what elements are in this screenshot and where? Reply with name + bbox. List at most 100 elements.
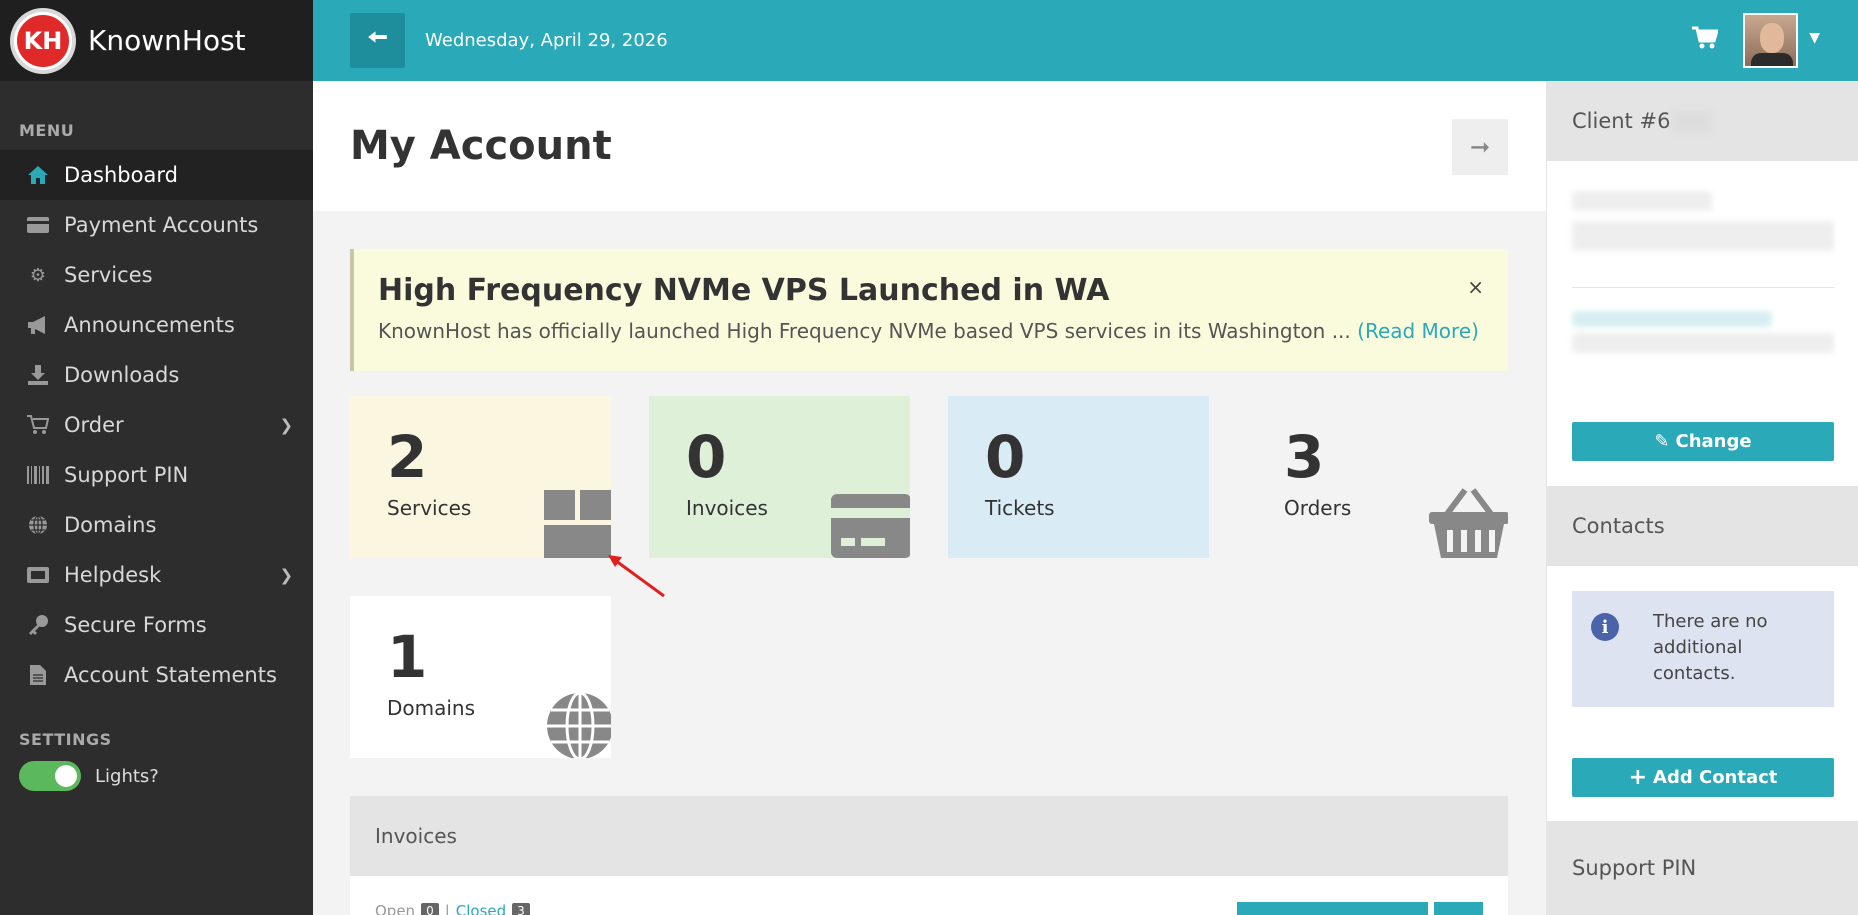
invoices-filter-button[interactable] — [1434, 902, 1483, 915]
knownhost-logo: KH — [10, 7, 76, 74]
home-icon — [26, 164, 50, 186]
stat-services[interactable]: 2 Services — [350, 396, 611, 558]
brand-name: KnownHost — [88, 24, 246, 57]
box-icon — [544, 490, 611, 558]
contacts-header: Contacts — [1547, 486, 1858, 566]
stat-invoices[interactable]: 0 Invoices — [649, 396, 910, 558]
stat-label: Tickets — [985, 496, 1055, 520]
read-more-link[interactable]: (Read More) — [1357, 319, 1479, 343]
download-icon — [26, 364, 50, 386]
current-date: Wednesday, April 29, 2026 — [425, 30, 668, 51]
sidebar-item-label: Support PIN — [64, 463, 189, 487]
announcement-banner: High Frequency NVMe VPS Launched in WA K… — [350, 249, 1508, 371]
sidebar-item-label: Dashboard — [64, 163, 178, 187]
page-title: My Account — [350, 123, 612, 169]
brand[interactable]: KH KnownHost — [0, 0, 313, 81]
announcement-text: KnownHost has officially launched High F… — [378, 319, 1351, 343]
redacted-client-id — [1672, 110, 1713, 132]
sidebar-item-services[interactable]: ⚙ Services — [0, 250, 313, 300]
change-button-label: Change — [1675, 431, 1752, 452]
avatar[interactable] — [1743, 13, 1798, 68]
sidebar-item-label: Payment Accounts — [64, 213, 259, 237]
contacts-title: Contacts — [1572, 514, 1665, 538]
no-contacts-text: There are no additional contacts. — [1653, 611, 1768, 684]
toggle-knob — [55, 765, 77, 787]
settings-section-title: SETTINGS — [19, 730, 112, 749]
key-icon — [26, 614, 50, 636]
stat-value: 1 — [387, 623, 428, 691]
stat-label: Orders — [1284, 496, 1352, 520]
stat-domains[interactable]: 1 Domains — [350, 596, 611, 758]
change-button[interactable]: ✎ Change — [1572, 422, 1834, 461]
cart-icon[interactable] — [1692, 26, 1720, 57]
support-pin-header: Support PIN — [1547, 821, 1858, 915]
tab-open[interactable]: Open — [375, 902, 415, 915]
sidebar-item-label: Order — [64, 413, 124, 437]
no-contacts-alert: i There are no additional contacts. — [1572, 591, 1834, 707]
sidebar-item-label: Services — [64, 263, 153, 287]
megaphone-icon — [26, 314, 50, 336]
sidebar: KH KnownHost MENU Dashboard Payment Acco… — [0, 0, 313, 915]
arrow-right-icon: ➞ — [1469, 133, 1491, 161]
stat-label: Invoices — [686, 496, 768, 520]
stat-value: 0 — [985, 423, 1026, 491]
stat-tickets[interactable]: 0 Tickets — [948, 396, 1209, 558]
logo-mark: KH — [14, 11, 72, 70]
redacted-phone — [1572, 333, 1834, 353]
stat-value: 3 — [1284, 423, 1325, 491]
sidebar-item-label: Helpdesk — [64, 563, 162, 587]
redacted-name — [1572, 191, 1712, 211]
sidebar-item-order[interactable]: Order ❯ — [0, 400, 313, 450]
sidebar-item-label: Downloads — [64, 363, 180, 387]
lights-label: Lights? — [95, 765, 159, 787]
chevron-down-icon[interactable]: ▼ — [1809, 30, 1820, 46]
collapse-sidebar-button[interactable]: 🠨 — [350, 13, 405, 68]
sidebar-item-announcements[interactable]: Announcements — [0, 300, 313, 350]
announcement-title: High Frequency NVMe VPS Launched in WA — [378, 273, 1110, 308]
globe-icon — [547, 691, 611, 758]
sidebar-item-secure-forms[interactable]: Secure Forms — [0, 600, 313, 650]
client-number: Client #6 — [1572, 109, 1671, 133]
add-contact-button[interactable]: + Add Contact — [1572, 758, 1834, 797]
sidebar-item-downloads[interactable]: Downloads — [0, 350, 313, 400]
sidebar-item-helpdesk[interactable]: Helpdesk ❯ — [0, 550, 313, 600]
sidebar-item-payment-accounts[interactable]: Payment Accounts — [0, 200, 313, 250]
stat-orders[interactable]: 3 Orders — [1247, 396, 1508, 558]
toggle-right-panel-button[interactable]: ➞ — [1452, 119, 1508, 175]
lights-toggle[interactable] — [19, 761, 81, 791]
cart-icon — [26, 414, 50, 436]
sidebar-item-label: Account Statements — [64, 663, 277, 687]
stat-value: 0 — [686, 423, 727, 491]
close-icon[interactable]: × — [1467, 275, 1484, 299]
annotation-arrow — [608, 555, 665, 598]
globe-icon — [26, 514, 50, 536]
sidebar-item-label: Announcements — [64, 313, 235, 337]
divider — [1572, 287, 1834, 288]
pencil-icon: ✎ — [1654, 431, 1670, 452]
chevron-right-icon: ❯ — [279, 565, 293, 585]
add-contact-label: Add Contact — [1653, 767, 1778, 788]
menu-section-title: MENU — [19, 121, 75, 140]
stat-label: Domains — [387, 696, 476, 720]
page-header: My Account ➞ — [313, 81, 1546, 211]
sidebar-item-account-statements[interactable]: Account Statements — [0, 650, 313, 700]
ticket-icon — [26, 564, 50, 586]
tab-divider: | — [444, 902, 450, 915]
invoices-action-button[interactable] — [1237, 902, 1428, 915]
gears-icon: ⚙ — [29, 264, 47, 286]
document-icon — [26, 664, 50, 686]
stat-label: Services — [387, 496, 472, 520]
invoices-panel: Invoices Open 0 | Closed 3 — [350, 796, 1508, 915]
plus-icon: + — [1628, 765, 1648, 790]
invoices-tabs: Open 0 | Closed 3 — [375, 902, 530, 915]
barcode-icon — [26, 464, 50, 486]
sidebar-item-dashboard[interactable]: Dashboard — [0, 150, 313, 200]
chevron-right-icon: ❯ — [279, 415, 293, 435]
top-bar: 🠨 Wednesday, April 29, 2026 ▼ — [313, 0, 1858, 81]
sidebar-item-domains[interactable]: Domains — [0, 500, 313, 550]
announcement-body: KnownHost has officially launched High F… — [378, 319, 1479, 343]
sidebar-item-label: Domains — [64, 513, 157, 537]
tab-closed[interactable]: Closed — [456, 902, 506, 915]
sidebar-item-support-pin[interactable]: Support PIN — [0, 450, 313, 500]
credit-card-icon — [831, 494, 910, 558]
